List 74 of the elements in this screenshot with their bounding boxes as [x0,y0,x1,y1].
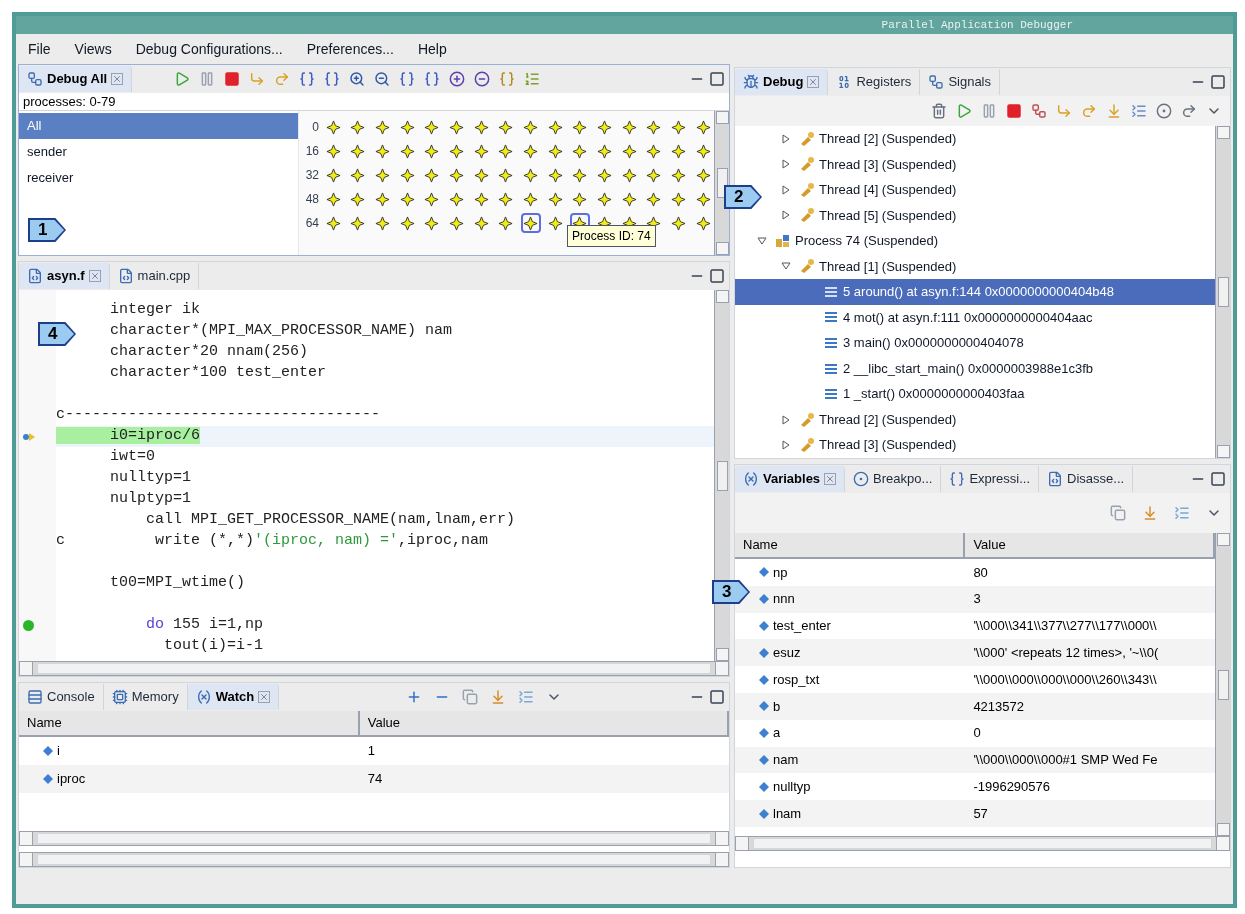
variable-value: '\\000\\341\\377\\277\\177\\000\\ [973,617,1157,636]
variable-name: i [57,742,60,761]
tree-item[interactable]: Thread [2] (Suspended) [781,409,957,430]
code-text: nulltyp=1 [109,468,192,489]
tree-item[interactable]: Thread [4] (Suspended) [781,180,957,200]
code-text: c----------------------------------- [56,405,381,426]
panel-tab[interactable]: asyn.f [19,263,110,289]
code-text: c write (*,*)'(iproc, nam) =',iproc,nam [56,531,489,552]
variable-value: '\\000\\000\\000#1 SMP Wed Fe [973,751,1158,770]
variable-name: nulltyp [773,778,811,796]
tree-item[interactable]: Thread [3] (Suspended) [781,154,957,175]
variable-value: '\\000\\000\\000\\000\\260\\343\\ [973,670,1157,689]
code-text: character*(MPI_MAX_PROCESSOR_NAME) nam [109,321,453,342]
tree-item[interactable]: Thread [1] (Suspended) [781,256,957,277]
column-header[interactable]: Name [19,711,360,735]
menu-item[interactable]: Views [74,38,112,60]
code-text: tout(i)=i-1 [163,636,264,657]
variable-name: esuz [773,644,801,663]
tree-item[interactable]: Thread [5] (Suspended) [781,205,957,226]
row-label: 32 [304,167,320,184]
tree-item[interactable]: 1 _start() 0x0000000000403faa [805,384,1025,404]
variable-value: 80 [973,563,988,582]
variable-name: test_enter [773,617,831,636]
code-text: t00=MPI_wtime() [109,573,246,594]
code-text: character*20 nnam(256) [109,342,309,363]
tree-item[interactable]: Process 74 (Suspended) [757,231,939,251]
process-range: processes: 0-79 [23,92,116,111]
variable-value: -1996290576 [973,778,1051,796]
row-label: 16 [304,143,320,160]
code-text: nulptyp=1 [109,489,192,510]
code-text: iwt=0 [109,447,156,468]
variable-name: b [773,697,781,716]
variable-value: 3 [973,590,981,609]
variable-value: 0 [973,724,981,743]
row-label: 0 [311,119,320,136]
panel-tab[interactable]: Debug [735,69,829,95]
variable-name: lnam [773,804,802,823]
variable-value: 1 [367,742,376,761]
column-header[interactable]: Name [735,533,966,557]
tree-item[interactable]: Thread [2] (Suspended) [781,129,957,149]
code-text: call MPI_GET_PROCESSOR_NAME(nam,lnam,err) [145,510,516,531]
variable-value: 4213572 [973,697,1024,716]
variable-value: 74 [367,770,383,789]
variable-name: np [773,563,788,582]
tooltip: Process ID: 74 [567,225,656,247]
code-text: do 155 i=1,np [145,615,264,636]
menu-item[interactable]: Help [417,38,447,60]
window-title: Parallel Application Debugger [881,17,1073,33]
variable-name: nam [773,751,799,770]
variable-name: rosp_txt [773,670,820,689]
tree-item[interactable]: Thread [3] (Suspended) [781,435,957,455]
tree-item[interactable]: 5 around() at asyn.f:144 0x0000000000404b48 [805,282,1115,302]
menu-item[interactable]: File [28,38,51,60]
tree-item[interactable]: 4 mot() at asyn.f:111 0x0000000000404aac [805,307,1093,328]
code-text: character*100 test_enter [109,363,327,384]
variable-name: iproc [57,770,86,789]
panel-tab[interactable]: Debug All [19,66,133,92]
panel-tab[interactable]: Variables [735,466,846,492]
code-text: integer ik [109,300,201,321]
row-label: 48 [304,191,320,208]
tree-item[interactable]: 2 __libc_start_main() 0x0000003988e1c3fb [805,358,1094,379]
variable-name: nnn [773,590,795,609]
column-header[interactable]: Value [359,711,729,735]
process-set-item[interactable]: receiver [19,165,298,191]
process-set-item[interactable]: sender [19,139,298,165]
variable-value: 57 [973,804,988,823]
process-set-item[interactable]: All [19,113,298,139]
variable-value: '\\000' <repeats 12 times>, '~\\0( [973,644,1159,663]
tree-item[interactable]: 3 main() 0x0000000000404078 [805,333,1024,353]
panel-tab[interactable]: Watch [187,684,280,710]
menu-item[interactable]: Preferences... [306,38,394,60]
menu-item[interactable]: Debug Configurations... [135,38,283,60]
row-label: 64 [304,215,320,232]
variable-name: a [773,724,781,743]
